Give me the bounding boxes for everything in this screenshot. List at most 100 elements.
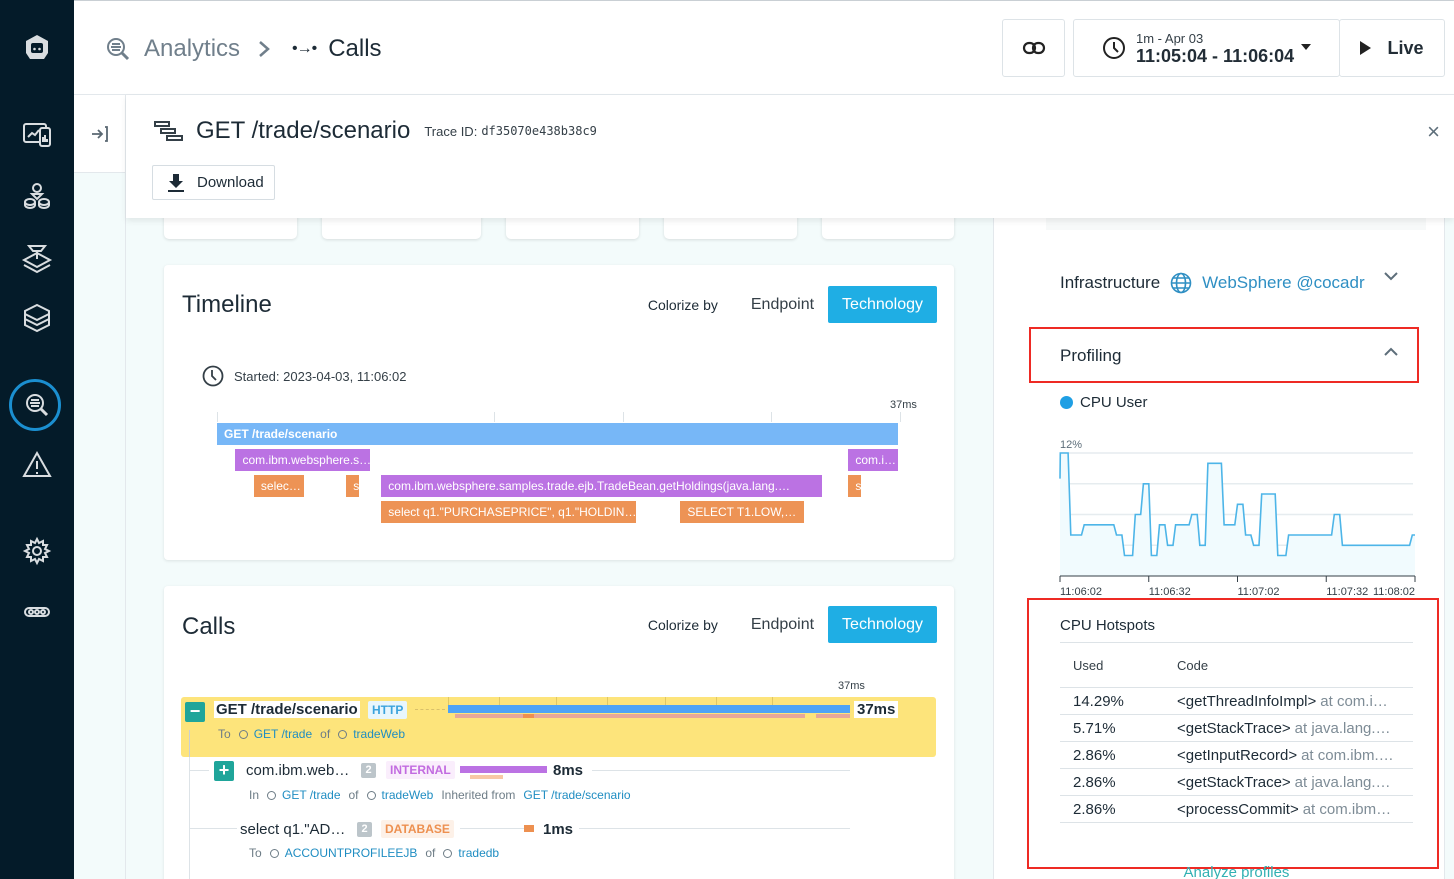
timeline-span-db[interactable]: se [346,475,359,497]
download-button[interactable]: Download [152,165,275,200]
endpoint-link[interactable]: ACCOUNTPROFILEEJB [285,846,418,860]
cpu-user-chart: 12% 11:06:02 11:06:32 11:07:02 11:07:32 11:08… [1059,439,1416,598]
method-location: at com.ibm… [1302,800,1392,818]
timeline-span-db[interactable]: selec… [253,475,304,497]
duration-bar [460,766,547,773]
calls-card: Calls Colorize by Endpoint Technology 37… [164,586,954,879]
timeline-end-label: 37ms [890,399,917,411]
used-value: 2.86% [1073,800,1116,818]
expand-button[interactable]: + [214,761,234,781]
code-value: <processCommit> at com.ibm… [1177,801,1413,818]
method-name: <getStackTrace> [1177,719,1291,737]
calls-icon: •→• [292,40,317,57]
download-label: Download [197,174,264,191]
copy-link-button[interactable] [1002,19,1065,77]
instana-logo-icon[interactable] [0,26,74,70]
call-count-badge: 2 [361,763,376,778]
infrastructure-row[interactable]: Infrastructure WebSphere @cocadr [1060,272,1365,294]
expand-panel-icon[interactable] [74,95,125,173]
colorize-technology-option[interactable]: Technology [828,286,937,323]
chevron-down-icon[interactable] [1384,268,1398,284]
detail-prefix: In [249,788,260,802]
connector-line [415,709,445,710]
profiling-header[interactable]: Profiling [1060,346,1121,366]
timeline-span-internal[interactable]: com.ibm.websphere.samples.trade.ejb.Trad… [381,475,823,497]
service-link[interactable]: tradeWeb [382,788,434,802]
download-icon [168,173,184,192]
close-icon[interactable]: × [1427,119,1440,145]
colorize-technology-option[interactable]: Technology [828,606,937,643]
timeline-span-db[interactable]: select q1."PURCHASEPRICE", q1."HOLDIN… [381,501,636,523]
colorize-endpoint-option[interactable]: Endpoint [737,286,828,323]
left-navigation [0,0,74,879]
timeline-tick [217,412,218,422]
y-tick-label: 12% [1060,439,1082,451]
time-range-picker[interactable]: 1m - Apr 03 11:05:04 - 11:06:04 [1073,19,1340,77]
infrastructure-link[interactable]: WebSphere @cocadr [1202,273,1364,293]
layers-icon[interactable] [0,296,74,340]
duration-bar [524,825,534,832]
code-value: <getStackTrace> at java.lang.… [1177,720,1413,737]
endpoint-link[interactable]: GET /trade [254,727,312,741]
trace-id: df35070e438b38c9 [481,124,597,138]
analytics-icon[interactable] [0,379,74,431]
endpoint-icon [238,729,248,739]
chevron-up-icon[interactable] [1384,344,1398,360]
technology-badge: DATABASE [381,820,454,838]
timeline-tick [623,412,624,422]
column-code[interactable]: Code [1177,658,1413,673]
table-row[interactable]: 5.71% <getStackTrace> at java.lang.… [1060,715,1413,742]
application-topology-icon[interactable] [0,174,74,218]
endpoint-icon [269,848,279,858]
service-icon [338,729,348,739]
timeline-span-internal[interactable]: com.ibm.websphere.s… [235,449,371,471]
more-icon[interactable] [0,590,74,634]
colorize-endpoint-option[interactable]: Endpoint [737,606,828,643]
collapse-button[interactable]: − [185,702,205,722]
used-value: 2.86% [1073,746,1116,764]
column-used[interactable]: Used [1060,658,1177,673]
service-link[interactable]: tradedb [458,846,499,860]
call-row-root[interactable]: − GET /trade/scenario HTTP 37ms To GET /… [181,697,936,760]
colorize-label: Colorize by [647,296,718,313]
timeline-tick [771,412,772,422]
analyze-profiles-link[interactable]: Analyze profiles [1060,864,1413,879]
service-icon [443,848,453,858]
platform-icon[interactable] [0,235,74,279]
detail-of: of [348,788,359,802]
x-tick-label: 11:06:32 [1149,586,1191,598]
endpoint-link[interactable]: GET /trade [282,788,340,802]
play-icon [1360,41,1372,55]
method-location: at java.lang.… [1294,773,1391,791]
trace-header: GET /trade/scenario Trace ID: df35070e43… [126,95,1454,218]
call-name: GET /trade/scenario [214,701,360,718]
method-location: at java.lang.… [1294,719,1391,737]
calls-end-label: 37ms [838,680,865,692]
table-row[interactable]: 2.86% <getInputRecord> at com.ibm.… [1060,742,1413,769]
clock-icon [1103,37,1125,59]
call-details: To GET /trade of tradeWeb [218,727,405,741]
service-link[interactable]: tradeWeb [353,727,405,741]
timeline-span-db[interactable]: se [848,475,862,497]
legend-swatch [1060,396,1073,409]
timeline-span-http[interactable]: GET /trade/scenario [217,423,898,445]
warning-icon[interactable] [0,443,74,487]
breadcrumb-analytics[interactable]: Analytics [104,31,240,67]
call-details: In GET /trade of tradeWeb Inherited from… [249,788,631,802]
panel-peek [1046,218,1426,230]
table-row[interactable]: 2.86% <processCommit> at com.ibm… [1060,796,1413,823]
inherited-link[interactable]: GET /trade/scenario [523,788,630,802]
started-text: Started: 2023-04-03, 11:06:02 [234,368,407,384]
table-row[interactable]: 14.29% <getThreadInfoImpl> at com.i… [1060,688,1413,715]
code-value: <getStackTrace> at java.lang.… [1177,774,1413,791]
hotspots-table: Used Code 14.29% <getThreadInfoImpl> at co… [1060,642,1413,879]
timeline-span-db[interactable]: SELECT T1.LOW,… [680,501,804,523]
colorize-toggle: Colorize by Endpoint Technology [648,286,937,323]
dashboard-icon[interactable] [0,113,74,157]
gear-icon[interactable] [0,529,74,573]
live-button[interactable]: Live [1339,19,1445,77]
method-name: <getInputRecord> [1177,746,1298,764]
used-value: 14.29% [1073,692,1124,710]
table-row[interactable]: 2.86% <getStackTrace> at java.lang.… [1060,769,1413,796]
timeline-span-internal[interactable]: com.i… [848,449,898,471]
